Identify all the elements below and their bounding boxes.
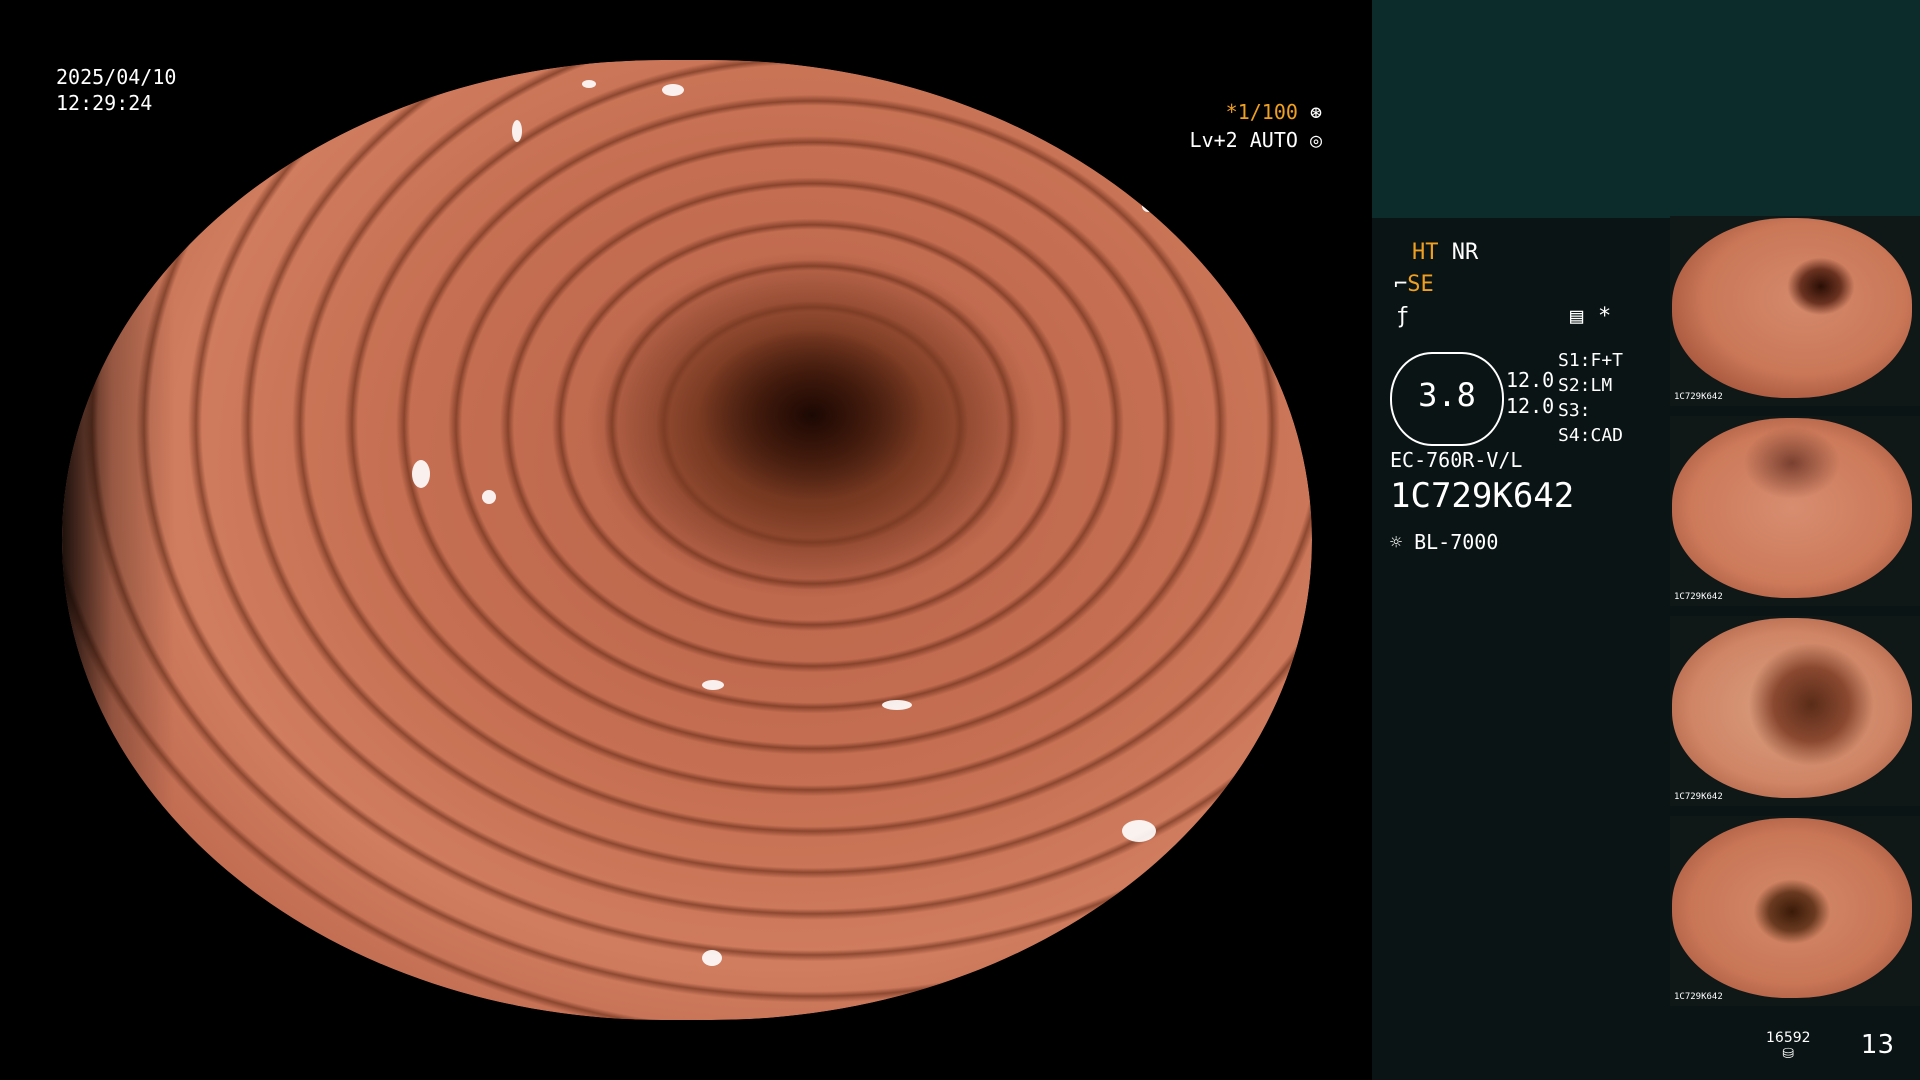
light-source-icon: ☼: [1390, 530, 1403, 554]
date-text: 2025/04/10: [56, 65, 177, 89]
highlight: [512, 120, 522, 142]
switch-2: S2:LM: [1558, 375, 1613, 396]
timestamp: 2025/04/10 12:29:24: [56, 64, 176, 116]
highlight: [702, 680, 724, 690]
value-2: 12.0: [1506, 394, 1555, 418]
shutter-icon: ⊛: [1309, 100, 1322, 124]
endoscope-main-view: 2025/04/10 12:29:24 *1/100 ⊛ Lv+2 AUTO ◎: [0, 0, 1372, 1080]
highlight: [702, 950, 722, 966]
thumbnail[interactable]: 1C729K642: [1670, 416, 1920, 606]
scope-serial: 1C729K642: [1390, 476, 1575, 516]
shutter-speed: *1/100: [1225, 100, 1298, 124]
light-source-row: ☼ BL-7000: [1390, 530, 1498, 554]
thumbnail-label: 1C729K642: [1674, 992, 1723, 1002]
settings-icon: ▤: [1570, 304, 1584, 329]
value-1: 12.0: [1506, 368, 1555, 392]
highlight: [582, 80, 596, 88]
side-panel-header: [1372, 0, 1920, 218]
thumbnail-image: [1672, 818, 1912, 998]
time-text: 12:29:24: [56, 91, 153, 115]
structure-row: ⌐SE: [1394, 272, 1434, 297]
light-source: BL-7000: [1414, 530, 1499, 554]
storage-count: 16592: [1766, 1030, 1811, 1046]
iris-icon: ◎: [1309, 128, 1322, 152]
exposure-info: *1/100 ⊛ Lv+2 AUTO ◎: [1190, 98, 1322, 154]
switch-3: S3:: [1558, 400, 1591, 421]
thumbnail[interactable]: 1C729K642: [1670, 616, 1920, 806]
nr-mode: NR: [1451, 240, 1479, 265]
thumbnail-label: 1C729K642: [1674, 592, 1723, 602]
highlight: [482, 490, 496, 504]
highlight: [882, 700, 912, 710]
scope-model: EC-760R-V/L: [1390, 448, 1523, 472]
structure-icon: ⌐: [1394, 272, 1408, 297]
thumbnail-image: [1672, 618, 1912, 798]
switch-1: S1:F+T: [1558, 350, 1624, 371]
thumbnail[interactable]: 1C729K642: [1670, 216, 1920, 406]
level-row: Lv+2 AUTO ◎: [1190, 126, 1322, 154]
highlight: [662, 84, 684, 96]
storage-icon: ⛁: [1782, 1046, 1795, 1062]
magnification-badge: 3.8: [1390, 352, 1504, 446]
highlight: [1142, 200, 1154, 212]
highlight: [1122, 820, 1156, 842]
enhancement-row: HT NR: [1412, 240, 1478, 265]
switch-4: S4:CAD: [1558, 425, 1624, 446]
star-indicator: *: [1598, 304, 1612, 329]
thumbnail[interactable]: 1C729K642: [1670, 816, 1920, 1006]
contrast-icon: ƒ: [1396, 304, 1410, 329]
shutter-row: *1/100 ⊛: [1190, 98, 1322, 126]
thumbnail-label: 1C729K642: [1674, 792, 1723, 802]
highlight: [412, 460, 430, 488]
endoscopic-image: [62, 60, 1312, 1020]
thumbnail-image: [1672, 218, 1912, 398]
thumbnail-label: 1C729K642: [1674, 392, 1723, 402]
storage-indicator: 16592 ⛁: [1766, 1030, 1811, 1062]
magnification-value: 3.8: [1418, 376, 1476, 414]
brightness-level: Lv+2 AUTO: [1189, 128, 1298, 152]
ht-mode: HT: [1412, 240, 1439, 265]
scope-edge-shadow: [62, 60, 1312, 1020]
se-mode: SE: [1407, 272, 1434, 297]
image-count: 13: [1860, 1030, 1894, 1060]
thumbnail-image: [1672, 418, 1912, 598]
